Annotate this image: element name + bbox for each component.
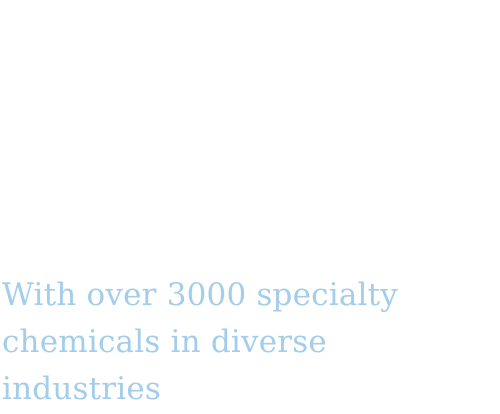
tagline-text: With over 3000 specialty chemicals in di…	[2, 277, 398, 407]
page: With over 3000 specialty chemicals in di…	[0, 0, 500, 414]
hero-blank-area	[0, 0, 500, 270]
